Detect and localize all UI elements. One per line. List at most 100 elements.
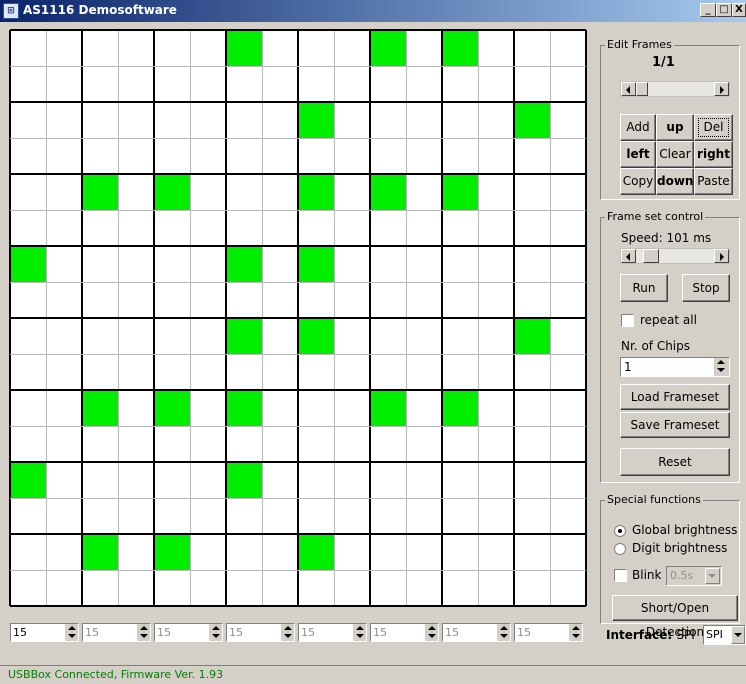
led-cell[interactable] xyxy=(298,102,334,138)
led-cell[interactable] xyxy=(10,318,46,354)
led-cell[interactable] xyxy=(298,498,334,534)
led-cell[interactable] xyxy=(370,534,406,570)
led-cell[interactable] xyxy=(262,354,298,390)
led-cell[interactable] xyxy=(190,462,226,498)
led-cell[interactable] xyxy=(118,138,154,174)
digit-spinner-2[interactable]: 15 xyxy=(82,623,151,642)
led-cell[interactable] xyxy=(154,138,190,174)
led-cell[interactable] xyxy=(46,318,82,354)
led-cell[interactable] xyxy=(154,30,190,66)
digit-spinner-1[interactable]: 15 xyxy=(10,623,79,642)
led-cell[interactable] xyxy=(370,426,406,462)
led-cell[interactable] xyxy=(46,354,82,390)
led-cell[interactable] xyxy=(154,390,190,426)
digit-spinner-6[interactable]: 15 xyxy=(370,623,439,642)
speed-scroll-thumb[interactable] xyxy=(643,249,659,263)
led-cell[interactable] xyxy=(262,282,298,318)
led-cell[interactable] xyxy=(118,318,154,354)
led-cell[interactable] xyxy=(442,426,478,462)
led-cell[interactable] xyxy=(406,354,442,390)
led-cell[interactable] xyxy=(370,66,406,102)
led-cell[interactable] xyxy=(478,66,514,102)
led-cell[interactable] xyxy=(262,210,298,246)
led-cell[interactable] xyxy=(154,570,190,606)
led-cell[interactable] xyxy=(478,354,514,390)
led-cell[interactable] xyxy=(370,282,406,318)
led-cell[interactable] xyxy=(478,390,514,426)
led-cell[interactable] xyxy=(262,246,298,282)
led-cell[interactable] xyxy=(46,390,82,426)
led-cell[interactable] xyxy=(118,534,154,570)
speed-scroll-left-button[interactable] xyxy=(621,249,636,263)
led-cell[interactable] xyxy=(190,174,226,210)
led-cell[interactable] xyxy=(46,138,82,174)
led-cell[interactable] xyxy=(442,534,478,570)
led-cell[interactable] xyxy=(298,210,334,246)
led-cell[interactable] xyxy=(118,498,154,534)
led-cell[interactable] xyxy=(154,246,190,282)
run-button[interactable]: Run xyxy=(620,274,668,302)
led-cell[interactable] xyxy=(190,138,226,174)
led-cell[interactable] xyxy=(478,102,514,138)
led-cell[interactable] xyxy=(442,354,478,390)
led-cell[interactable] xyxy=(154,426,190,462)
led-cell[interactable] xyxy=(46,462,82,498)
led-cell[interactable] xyxy=(262,66,298,102)
led-cell[interactable] xyxy=(82,282,118,318)
reset-button[interactable]: Reset xyxy=(620,448,730,476)
led-cell[interactable] xyxy=(550,66,586,102)
led-cell[interactable] xyxy=(406,426,442,462)
led-cell[interactable] xyxy=(406,534,442,570)
led-cell[interactable] xyxy=(442,174,478,210)
led-cell[interactable] xyxy=(46,426,82,462)
led-cell[interactable] xyxy=(298,318,334,354)
led-cell[interactable] xyxy=(10,174,46,210)
led-cell[interactable] xyxy=(226,318,262,354)
led-cell[interactable] xyxy=(442,390,478,426)
led-cell[interactable] xyxy=(478,534,514,570)
led-cell[interactable] xyxy=(514,354,550,390)
led-cell[interactable] xyxy=(262,570,298,606)
led-cell[interactable] xyxy=(406,570,442,606)
led-cell[interactable] xyxy=(10,534,46,570)
led-cell[interactable] xyxy=(550,30,586,66)
led-cell[interactable] xyxy=(334,390,370,426)
led-cell[interactable] xyxy=(478,570,514,606)
led-cell[interactable] xyxy=(226,30,262,66)
led-cell[interactable] xyxy=(82,174,118,210)
repeat-all-checkbox[interactable] xyxy=(621,314,634,327)
led-cell[interactable] xyxy=(298,570,334,606)
led-cell[interactable] xyxy=(10,246,46,282)
led-cell[interactable] xyxy=(370,138,406,174)
led-cell[interactable] xyxy=(226,570,262,606)
led-cell[interactable] xyxy=(442,66,478,102)
led-cell[interactable] xyxy=(334,426,370,462)
short-open-detection-button[interactable]: Short/Open Detection xyxy=(612,595,738,639)
led-cell[interactable] xyxy=(514,282,550,318)
led-cell[interactable] xyxy=(478,498,514,534)
led-cell[interactable] xyxy=(406,390,442,426)
led-cell[interactable] xyxy=(118,354,154,390)
led-cell[interactable] xyxy=(370,390,406,426)
led-cell[interactable] xyxy=(190,30,226,66)
led-cell[interactable] xyxy=(298,426,334,462)
led-cell[interactable] xyxy=(442,246,478,282)
led-cell[interactable] xyxy=(478,30,514,66)
led-cell[interactable] xyxy=(226,390,262,426)
led-cell[interactable] xyxy=(514,498,550,534)
led-cell[interactable] xyxy=(46,570,82,606)
led-cell[interactable] xyxy=(442,210,478,246)
led-cell[interactable] xyxy=(154,318,190,354)
led-cell[interactable] xyxy=(478,282,514,318)
led-cell[interactable] xyxy=(514,462,550,498)
led-cell[interactable] xyxy=(334,66,370,102)
led-cell[interactable] xyxy=(226,534,262,570)
led-cell[interactable] xyxy=(46,498,82,534)
led-cell[interactable] xyxy=(550,210,586,246)
led-cell[interactable] xyxy=(406,174,442,210)
led-cell[interactable] xyxy=(154,102,190,138)
led-cell[interactable] xyxy=(118,102,154,138)
led-cell[interactable] xyxy=(82,534,118,570)
led-cell[interactable] xyxy=(82,498,118,534)
led-cell[interactable] xyxy=(442,498,478,534)
